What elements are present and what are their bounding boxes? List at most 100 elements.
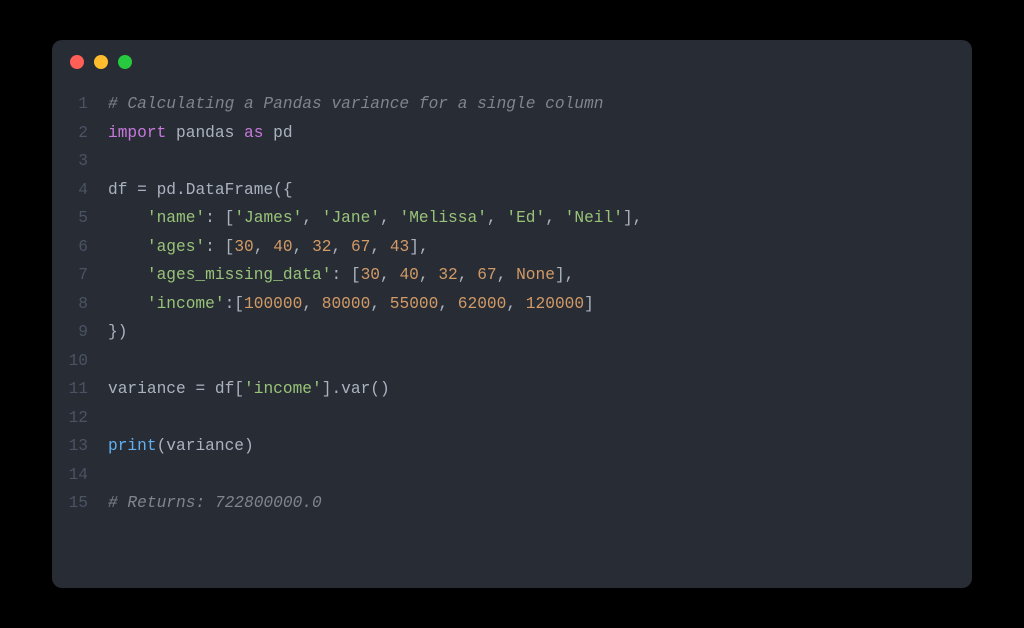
code-content: import pandas as pd — [108, 119, 293, 148]
line-number: 13 — [52, 432, 108, 461]
code-token — [108, 295, 147, 313]
code-token: }) — [108, 323, 127, 341]
code-token: # Returns: 722800000.0 — [108, 494, 322, 512]
code-token: ({ — [273, 181, 292, 199]
code-line: 1# Calculating a Pandas variance for a s… — [52, 90, 972, 119]
code-content — [108, 404, 118, 433]
code-content: 'name': ['James', 'Jane', 'Melissa', 'Ed… — [108, 204, 642, 233]
code-token: , — [545, 209, 564, 227]
line-number: 3 — [52, 147, 108, 176]
code-token: 30 — [234, 238, 253, 256]
code-token: as — [244, 124, 263, 142]
code-content: # Returns: 722800000.0 — [108, 489, 322, 518]
code-token: , — [487, 209, 506, 227]
code-content: df = pd.DataFrame({ — [108, 176, 293, 205]
code-token — [108, 266, 147, 284]
code-line: 4df = pd.DataFrame({ — [52, 176, 972, 205]
code-token: 'ages' — [147, 238, 205, 256]
code-token: , — [370, 238, 389, 256]
code-line: 5 'name': ['James', 'Jane', 'Melissa', '… — [52, 204, 972, 233]
line-number: 11 — [52, 375, 108, 404]
code-token: ( — [157, 437, 167, 455]
line-number: 2 — [52, 119, 108, 148]
code-token: ) — [244, 437, 254, 455]
code-line: 2import pandas as pd — [52, 119, 972, 148]
code-token: 'Melissa' — [399, 209, 486, 227]
line-number: 7 — [52, 261, 108, 290]
line-number: 12 — [52, 404, 108, 433]
code-line: 10 — [52, 347, 972, 376]
code-editor[interactable]: 1# Calculating a Pandas variance for a s… — [52, 84, 972, 538]
code-token: , — [370, 295, 389, 313]
code-token: print — [108, 437, 157, 455]
code-token: , — [380, 209, 399, 227]
code-token: :[ — [225, 295, 244, 313]
close-icon[interactable] — [70, 55, 84, 69]
code-token: 'income' — [147, 295, 225, 313]
zoom-icon[interactable] — [118, 55, 132, 69]
code-content: 'ages_missing_data': [30, 40, 32, 67, No… — [108, 261, 574, 290]
code-token: ], — [555, 266, 574, 284]
line-number: 9 — [52, 318, 108, 347]
code-token: ], — [409, 238, 428, 256]
code-line: 6 'ages': [30, 40, 32, 67, 43], — [52, 233, 972, 262]
code-token: ].var() — [322, 380, 390, 398]
code-token: , — [302, 209, 321, 227]
code-line: 11variance = df['income'].var() — [52, 375, 972, 404]
code-content — [108, 347, 118, 376]
code-token: 'income' — [244, 380, 322, 398]
code-token: , — [293, 238, 312, 256]
code-token: 80000 — [322, 295, 371, 313]
code-token: : [ — [331, 266, 360, 284]
line-number: 8 — [52, 290, 108, 319]
code-token: 62000 — [458, 295, 507, 313]
code-token: , — [438, 295, 457, 313]
code-token: ] — [584, 295, 594, 313]
code-token: , — [506, 295, 525, 313]
code-token: pd.DataFrame — [147, 181, 273, 199]
code-token: 55000 — [390, 295, 439, 313]
code-token: 40 — [273, 238, 292, 256]
code-token: , — [332, 238, 351, 256]
code-content: # Calculating a Pandas variance for a si… — [108, 90, 603, 119]
line-number: 5 — [52, 204, 108, 233]
code-window: 1# Calculating a Pandas variance for a s… — [52, 40, 972, 588]
code-token: , — [458, 266, 477, 284]
code-line: 7 'ages_missing_data': [30, 40, 32, 67, … — [52, 261, 972, 290]
line-number: 14 — [52, 461, 108, 490]
code-token: , — [497, 266, 516, 284]
code-line: 3 — [52, 147, 972, 176]
line-number: 10 — [52, 347, 108, 376]
code-token: 67 — [477, 266, 496, 284]
code-token: 'Neil' — [565, 209, 623, 227]
code-token: = — [195, 380, 205, 398]
code-line: 14 — [52, 461, 972, 490]
code-token: df — [108, 181, 137, 199]
code-content: print(variance) — [108, 432, 254, 461]
line-number: 6 — [52, 233, 108, 262]
code-token: variance — [166, 437, 244, 455]
code-token — [108, 209, 147, 227]
line-number: 15 — [52, 489, 108, 518]
code-token: 43 — [390, 238, 409, 256]
code-content — [108, 461, 118, 490]
line-number: 1 — [52, 90, 108, 119]
code-token: 'Ed' — [506, 209, 545, 227]
code-token: 'name' — [147, 209, 205, 227]
window-titlebar — [52, 40, 972, 84]
code-content: }) — [108, 318, 127, 347]
code-content: variance = df['income'].var() — [108, 375, 390, 404]
line-number: 4 — [52, 176, 108, 205]
code-token: = — [137, 181, 147, 199]
code-content: 'income':[100000, 80000, 55000, 62000, 1… — [108, 290, 594, 319]
code-token: 'ages_missing_data' — [147, 266, 332, 284]
code-token: 32 — [312, 238, 331, 256]
code-token: , — [419, 266, 438, 284]
code-token: 100000 — [244, 295, 302, 313]
code-token: ], — [623, 209, 642, 227]
minimize-icon[interactable] — [94, 55, 108, 69]
code-token: 32 — [438, 266, 457, 284]
code-line: 12 — [52, 404, 972, 433]
code-token: 120000 — [526, 295, 584, 313]
code-token: 30 — [361, 266, 380, 284]
